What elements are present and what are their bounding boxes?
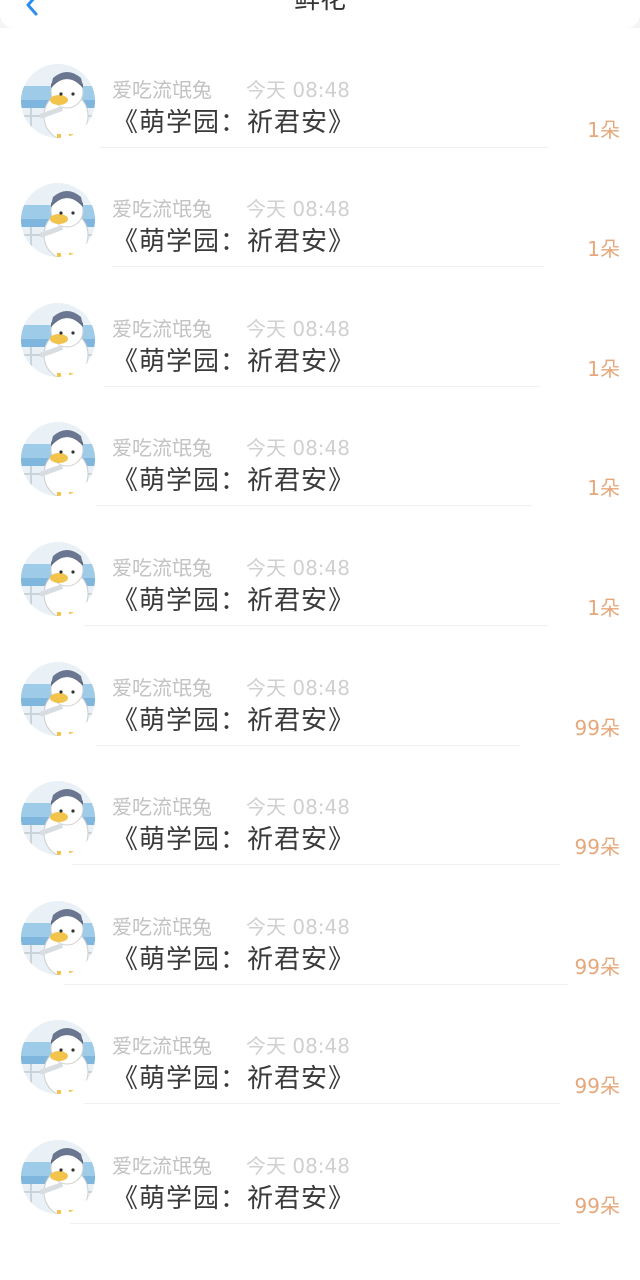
send-time: 今天 08:48 [246,1034,350,1059]
send-time: 今天 08:48 [246,914,350,939]
sender-name: 爱吃流氓兔 [112,914,212,939]
flower-count: 1朵 [587,356,620,381]
flower-count: 99朵 [574,1074,620,1099]
sender-name: 爱吃流氓兔 [112,795,212,820]
duck-avatar-icon [21,422,95,497]
flower-count: 99朵 [574,835,620,860]
list-item[interactable]: 爱吃流氓兔 今天 08:48 《萌学园：祈君安》 99朵 [0,626,640,746]
list-item[interactable]: 爱吃流氓兔 今天 08:48 《萌学园：祈君安》 1朵 [0,28,640,148]
sender-name: 爱吃流氓兔 [112,316,212,341]
avatar[interactable] [21,183,95,258]
avatar[interactable] [21,1139,95,1214]
send-time: 今天 08:48 [246,77,350,102]
send-time: 今天 08:48 [246,555,350,580]
book-title: 《萌学园：祈君安》 [112,705,356,736]
send-time: 今天 08:48 [246,795,350,820]
flower-count: 1朵 [587,117,620,142]
top-bar-panel: 鲜花 [0,0,640,28]
book-title: 《萌学园：祈君安》 [112,466,356,497]
list-item[interactable]: 爱吃流氓兔 今天 08:48 《萌学园：祈君安》 99朵 [0,745,640,866]
top-bar: 鲜花 [0,0,640,28]
list-item[interactable]: 爱吃流氓兔 今天 08:48 《萌学园：祈君安》 99朵 [0,865,640,985]
sender-name: 爱吃流氓兔 [112,77,212,102]
book-title: 《萌学园：祈君安》 [112,1183,356,1214]
avatar[interactable] [21,1020,95,1095]
duck-avatar-icon [21,1139,95,1214]
book-title: 《萌学园：祈君安》 [112,585,356,616]
duck-avatar-icon [21,781,95,856]
sender-name: 爱吃流氓兔 [112,436,212,461]
avatar[interactable] [21,781,95,856]
send-time: 今天 08:48 [246,316,350,341]
book-title: 《萌学园：祈君安》 [112,346,356,377]
avatar[interactable] [21,541,95,616]
list-item[interactable]: 爱吃流氓兔 今天 08:48 《萌学园：祈君安》 99朵 [0,984,640,1105]
duck-avatar-icon [21,1020,95,1095]
flower-record-list[interactable]: 爱吃流氓兔 今天 08:48 《萌学园：祈君安》 1朵 爱吃流氓兔 今天 08:… [0,0,640,1224]
sender-name: 爱吃流氓兔 [112,1153,212,1178]
page-title: 鲜花 [293,0,346,15]
duck-avatar-icon [21,183,95,258]
sender-name: 爱吃流氓兔 [112,675,212,700]
book-title: 《萌学园：祈君安》 [112,825,356,856]
flower-count: 99朵 [574,954,620,979]
duck-avatar-icon [21,541,95,616]
flower-count: 1朵 [587,476,620,501]
flower-count: 1朵 [587,237,620,262]
row-divider [70,1222,560,1224]
avatar[interactable] [21,302,95,377]
avatar[interactable] [21,422,95,497]
list-item[interactable]: 爱吃流氓兔 今天 08:48 《萌学园：祈君安》 1朵 [0,267,640,387]
sender-name: 爱吃流氓兔 [112,197,212,222]
send-time: 今天 08:48 [246,197,350,222]
send-time: 今天 08:48 [246,1153,350,1178]
duck-avatar-icon [21,900,95,975]
avatar[interactable] [21,661,95,736]
duck-avatar-icon [21,63,95,138]
flower-count: 1朵 [587,595,620,620]
list-item[interactable]: 爱吃流氓兔 今天 08:48 《萌学园：祈君安》 1朵 [0,506,640,626]
book-title: 《萌学园：祈君安》 [112,227,356,258]
sender-name: 爱吃流氓兔 [112,1034,212,1059]
avatar[interactable] [21,900,95,975]
book-title: 《萌学园：祈君安》 [112,107,356,138]
list-item[interactable]: 爱吃流氓兔 今天 08:48 《萌学园：祈君安》 1朵 [0,386,640,507]
flower-count: 99朵 [574,1193,620,1218]
flower-count: 99朵 [574,715,620,740]
list-item[interactable]: 爱吃流氓兔 今天 08:48 《萌学园：祈君安》 1朵 [0,147,640,268]
duck-avatar-icon [21,661,95,736]
send-time: 今天 08:48 [246,675,350,700]
sender-name: 爱吃流氓兔 [112,555,212,580]
book-title: 《萌学园：祈君安》 [112,944,356,975]
avatar[interactable] [21,63,95,138]
send-time: 今天 08:48 [246,436,350,461]
duck-avatar-icon [21,302,95,377]
list-item[interactable]: 爱吃流氓兔 今天 08:48 《萌学园：祈君安》 99朵 [0,1104,640,1224]
book-title: 《萌学园：祈君安》 [112,1064,356,1095]
